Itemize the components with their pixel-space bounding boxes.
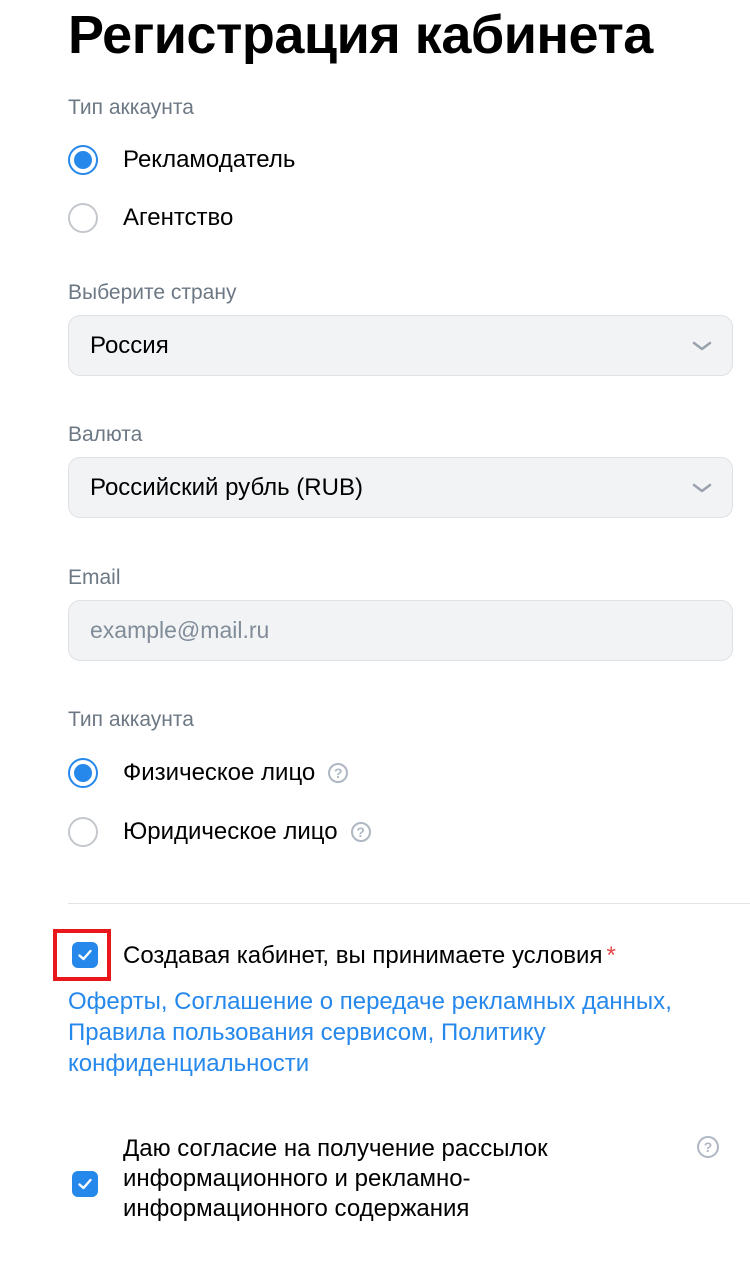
check-icon	[78, 1178, 92, 1190]
link-offer[interactable]: Оферты	[68, 988, 161, 1015]
link-separator: ,	[160, 988, 175, 1015]
chevron-down-icon	[692, 483, 712, 492]
email-label: Email	[68, 566, 121, 589]
radio-legal-entity[interactable]: Юридическое лицо ?	[68, 816, 371, 848]
check-icon	[78, 949, 92, 961]
question-circle-icon[interactable]: ?	[328, 763, 349, 783]
terms-links: Оферты, Соглашение о передаче рекламных …	[68, 986, 733, 1079]
link-separator: ,	[427, 1019, 441, 1046]
currency-label: Валюта	[68, 423, 143, 446]
radio-advertiser-label: Рекламодатель	[123, 146, 296, 173]
radio-agency-label: Агентство	[123, 204, 234, 231]
terms-text: Создавая кабинет, вы принимаете условия *	[123, 940, 616, 972]
question-circle-icon[interactable]: ?	[697, 1136, 719, 1158]
radio-individual-control[interactable]	[68, 758, 98, 788]
radio-legal-entity-control[interactable]	[68, 817, 98, 847]
consent-checkbox[interactable]	[72, 1171, 98, 1197]
currency-value: Российский рубль (RUB)	[90, 473, 363, 501]
country-label: Выберите страну	[68, 281, 237, 304]
chevron-down-icon	[692, 341, 712, 350]
radio-agency[interactable]: Агентство	[68, 202, 233, 234]
radio-agency-control[interactable]	[68, 203, 98, 233]
terms-label: Создавая кабинет, вы принимаете условия	[123, 942, 603, 969]
radio-individual[interactable]: Физическое лицо ?	[68, 757, 349, 789]
radio-individual-label: Физическое лицо	[123, 759, 316, 786]
radio-advertiser[interactable]: Рекламодатель	[68, 144, 295, 176]
country-value: Россия	[90, 331, 169, 359]
link-service-rules[interactable]: Правила пользования сервисом	[68, 1019, 428, 1046]
email-input[interactable]	[68, 600, 733, 661]
account-type-label: Тип аккаунта	[68, 96, 194, 119]
divider	[68, 903, 750, 904]
page-title: Регистрация кабинета	[68, 5, 653, 65]
consent-text: Даю согласие на получение рассылок инфор…	[123, 1135, 548, 1222]
link-data-agreement[interactable]: Соглашение о передаче рекламных данных	[174, 988, 665, 1015]
question-circle-icon[interactable]: ?	[350, 822, 371, 842]
currency-select[interactable]: Российский рубль (RUB)	[68, 457, 733, 518]
required-mark: *	[606, 942, 616, 969]
radio-legal-entity-label: Юридическое лицо	[123, 818, 338, 845]
terms-checkbox[interactable]	[72, 942, 98, 968]
country-select[interactable]: Россия	[68, 315, 733, 376]
legal-type-label: Тип аккаунта	[68, 708, 194, 731]
radio-advertiser-control[interactable]	[68, 145, 98, 175]
link-separator: ,	[665, 988, 672, 1015]
